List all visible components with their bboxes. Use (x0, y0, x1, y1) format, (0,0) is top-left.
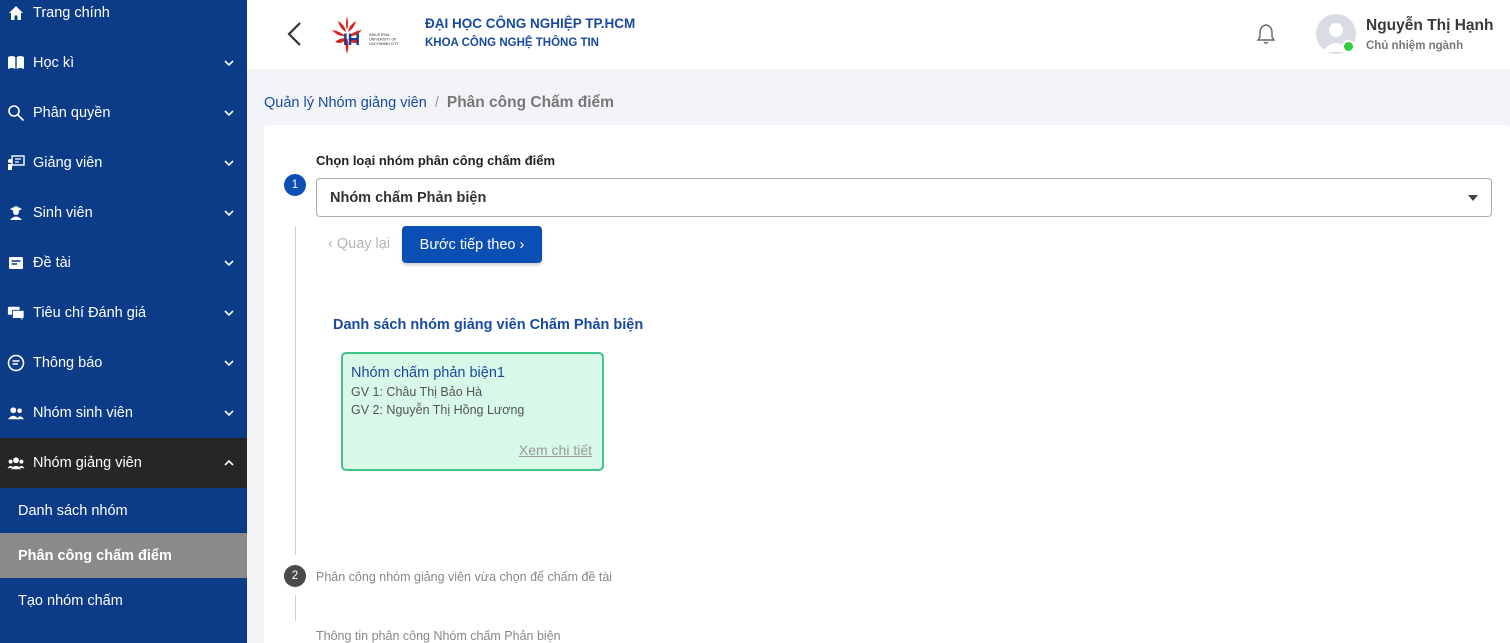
home-icon (7, 4, 25, 22)
sidebar-item-lecturer-groups[interactable]: Nhóm giảng viên (0, 438, 247, 488)
sidebar-item-lecturers[interactable]: Giảng viên (0, 138, 247, 188)
sidebar-item-label: Trang chính (33, 5, 110, 21)
sidebar-item-student-groups[interactable]: Nhóm sinh viên (0, 388, 247, 438)
sidebar-item-label: Phân quyền (33, 105, 111, 121)
sidebar-item-label: Giảng viên (33, 155, 103, 171)
chevron-down-icon (224, 210, 234, 217)
sidebar-subitem-grading-assignment[interactable]: Phân công chấm điểm (0, 533, 247, 578)
group-type-select[interactable]: Nhóm chấm Phản biện (316, 178, 1492, 217)
step-1-indicator: 1 (284, 174, 306, 196)
next-step-button[interactable]: Bước tiếp theo › (402, 226, 542, 263)
users-icon (7, 404, 25, 422)
group-icon (7, 454, 25, 472)
bell-icon[interactable] (1256, 23, 1276, 45)
message-icon (7, 354, 25, 372)
caret-down-icon (1468, 195, 1478, 201)
teacher-board-icon (7, 154, 25, 172)
sidebar-item-permissions[interactable]: Phân quyền (0, 88, 247, 138)
group-type-label: Chọn loại nhóm phân công chấm điểm (316, 153, 556, 168)
user-name[interactable]: Nguyễn Thị Hạnh (1366, 17, 1493, 35)
university-logo: IH INDUSTRIAL UNIVERSITY OF HOCHIMINH CI… (327, 12, 423, 56)
svg-text:UNIVERSITY OF: UNIVERSITY OF (369, 38, 397, 42)
sidebar-subitem-create-grading-group[interactable]: Tạo nhóm chấm (0, 578, 247, 623)
university-name: ĐẠI HỌC CÔNG NGHIỆP TP.HCM (425, 16, 636, 31)
sidebar-item-criteria[interactable]: Tiêu chí Đánh giá (0, 288, 247, 338)
sidebar-item-label: Đề tài (33, 255, 71, 271)
sidebar-subitem-label: Phân công chấm điểm (18, 547, 172, 564)
grading-group-name: Nhóm chấm phản biện1 (351, 365, 505, 381)
online-status-dot (1342, 40, 1355, 53)
chevron-right-icon: › (515, 236, 525, 253)
chevron-down-icon (224, 310, 234, 317)
user-role: Chủ nhiệm ngành (1366, 40, 1464, 52)
chevron-down-icon (224, 110, 234, 117)
breadcrumb-parent-link[interactable]: Quản lý Nhóm giảng viên (264, 95, 427, 111)
step-2-indicator: 2 (284, 565, 306, 587)
sidebar-item-semester[interactable]: Học kì (0, 38, 247, 88)
faculty-name: KHOA CÔNG NGHỆ THÔNG TIN (425, 37, 599, 49)
sidebar-subitem-label: Tạo nhóm chấm (18, 592, 123, 609)
breadcrumb: Quản lý Nhóm giảng viên / Phân công Chấm… (264, 94, 614, 112)
topic-card-icon (7, 254, 25, 272)
step-2-label: Phân công nhóm giảng viên vừa chọn để ch… (316, 570, 613, 584)
breadcrumb-current: Phân công Chấm điểm (446, 94, 614, 111)
grading-group-lecturer-2: GV 2: Nguyễn Thị Hồng Lương (351, 403, 525, 417)
step-3-label: Thông tin phân công Nhóm chấm Phản biện (316, 629, 561, 643)
grading-group-lecturer-1: GV 1: Châu Thị Bảo Hà (351, 385, 483, 399)
book-icon (7, 54, 25, 72)
chevron-down-icon (224, 260, 234, 267)
chevron-down-icon (224, 160, 234, 167)
sidebar-item-label: Nhóm sinh viên (33, 405, 133, 421)
chevron-left-icon: ‹ (328, 236, 337, 252)
view-details-link[interactable]: Xem chi tiết (519, 442, 592, 458)
chevron-up-icon (224, 459, 234, 466)
sidebar: Trang chính Học kì Phân quyền Giảng viên… (0, 0, 247, 643)
sidebar-item-label: Sinh viên (33, 205, 93, 221)
svg-text:HOCHIMINH CITY: HOCHIMINH CITY (369, 42, 400, 46)
sidebar-item-label: Tiêu chí Đánh giá (33, 305, 147, 321)
sidebar-item-notifications[interactable]: Thông báo (0, 338, 247, 388)
group-type-selected-value: Nhóm chấm Phản biện (330, 190, 487, 206)
chat-icon (7, 304, 25, 322)
next-step-label: Bước tiếp theo (419, 236, 516, 253)
previous-step-label: Quay lại (336, 236, 391, 252)
svg-text:INDUSTRIAL: INDUSTRIAL (369, 33, 390, 37)
sidebar-item-students[interactable]: Sinh viên (0, 188, 247, 238)
key-search-icon (7, 104, 25, 122)
sidebar-item-label: Nhóm giảng viên (33, 455, 142, 471)
grading-group-card[interactable]: Nhóm chấm phản biện1 GV 1: Châu Thị Bảo … (341, 352, 604, 471)
sidebar-subitem-label: Danh sách nhóm (18, 502, 128, 519)
sidebar-item-label: Học kì (33, 55, 75, 71)
chevron-down-icon (224, 410, 234, 417)
sidebar-item-topics[interactable]: Đề tài (0, 238, 247, 288)
sidebar-item-label: Thông báo (33, 355, 103, 371)
step-connector-line (295, 595, 296, 621)
back-arrow-icon[interactable] (283, 19, 307, 49)
breadcrumb-separator: / (434, 95, 439, 111)
student-icon (7, 204, 25, 222)
chevron-down-icon (224, 60, 234, 67)
sidebar-item-home[interactable]: Trang chính (0, 0, 247, 38)
svg-text:IH: IH (343, 30, 360, 49)
previous-step-button[interactable]: ‹ Quay lại (328, 236, 390, 252)
lecturer-group-list-title: Danh sách nhóm giảng viên Chấm Phản biện (333, 317, 644, 333)
top-header: IH INDUSTRIAL UNIVERSITY OF HOCHIMINH CI… (247, 0, 1510, 69)
chevron-down-icon (224, 360, 234, 367)
sidebar-subitem-group-list[interactable]: Danh sách nhóm (0, 488, 247, 533)
step-connector-line (295, 226, 296, 555)
